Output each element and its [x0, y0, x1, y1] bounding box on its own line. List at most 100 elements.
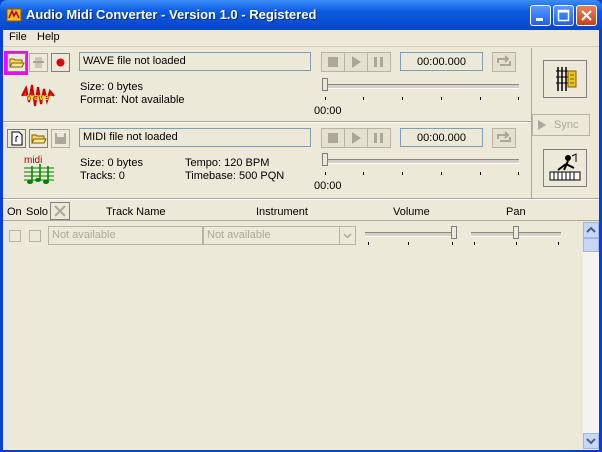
menu-bar: File Help [3, 30, 599, 47]
wave-play-button[interactable] [344, 52, 368, 72]
chevron-up-icon [586, 226, 596, 233]
pan-tick [558, 242, 559, 245]
chevron-down-icon [343, 233, 352, 239]
midi-tick [325, 172, 326, 175]
wave-seek-thumb[interactable] [322, 78, 328, 91]
midi-tick [480, 172, 481, 175]
folder-open-icon [9, 58, 25, 68]
dropdown-button[interactable] [339, 227, 355, 244]
maximize-icon [557, 9, 570, 22]
sync-button[interactable]: Sync [532, 114, 590, 136]
save-disk-icon [55, 133, 66, 144]
wave-status-field: WAVE file not loaded [79, 52, 311, 71]
clear-x-icon [54, 205, 66, 217]
wave-tick [518, 97, 519, 100]
new-midi-button[interactable] [7, 129, 26, 148]
wave-file-icon: wave [21, 84, 55, 107]
midi-pause-button[interactable] [367, 128, 391, 148]
play-icon [352, 132, 361, 144]
wave-tick [480, 97, 481, 100]
open-midi-button[interactable] [29, 129, 48, 148]
volume-tick [368, 242, 369, 245]
instrument-select[interactable]: Not available [203, 226, 356, 245]
track-on-checkbox[interactable] [9, 230, 21, 242]
midi-status-field: MIDI file not loaded [79, 128, 311, 147]
title-bar[interactable]: Audio Midi Converter - Version 1.0 - Reg… [0, 0, 602, 30]
midi-file-icon: midi [24, 155, 54, 184]
wave-save-button[interactable] [29, 53, 48, 72]
volume-slider-track[interactable] [365, 232, 457, 237]
track-solo-checkbox[interactable] [29, 230, 41, 242]
wave-icon-label: wave [26, 92, 49, 102]
wave-size-label: Size: 0 bytes [80, 81, 143, 93]
close-button[interactable] [576, 5, 597, 26]
window-title: Audio Midi Converter - Version 1.0 - Reg… [26, 7, 317, 22]
column-solo: Solo [26, 206, 49, 218]
midi-tracks-label: Tracks: 0 [80, 170, 125, 182]
midi-seek-track[interactable] [324, 159, 519, 164]
open-wave-button[interactable] [7, 53, 26, 72]
wave-edit-icon [33, 57, 44, 68]
vertical-scrollbar[interactable] [583, 222, 599, 449]
midi-tick [363, 172, 364, 175]
midi-tick [518, 172, 519, 175]
wave-tick [441, 97, 442, 100]
column-instrument: Instrument [256, 206, 308, 218]
midi-loop-button[interactable] [492, 128, 516, 148]
column-track-name: Track Name [106, 206, 166, 218]
wave-tick [363, 97, 364, 100]
midi-timebase-label: Timebase: 500 PQN [185, 170, 285, 182]
piano-player-icon [549, 153, 581, 181]
mixer-divider [3, 198, 599, 200]
pan-tick [474, 242, 475, 245]
pause-icon [374, 133, 383, 143]
convert-to-midi-button[interactable] [543, 60, 587, 98]
section-divider [3, 121, 531, 123]
track-list: Not available Not available [3, 220, 599, 450]
pan-slider-thumb[interactable] [513, 226, 519, 239]
instrument-select-value: Not available [207, 229, 271, 241]
midi-tempo-label: Tempo: 120 BPM [185, 157, 270, 169]
scroll-up-button[interactable] [583, 222, 599, 238]
midi-tick [402, 172, 403, 175]
wave-format-label: Format: Not available [80, 94, 185, 106]
clear-solo-button[interactable] [50, 202, 70, 220]
scroll-down-button[interactable] [583, 433, 599, 449]
record-button[interactable] [51, 53, 70, 72]
wave-tick [402, 97, 403, 100]
wave-pause-button[interactable] [367, 52, 391, 72]
save-midi-button[interactable] [51, 129, 70, 148]
midi-tick [441, 172, 442, 175]
minimize-button[interactable] [530, 5, 551, 26]
scroll-thumb[interactable] [583, 238, 599, 252]
chevron-down-icon [586, 438, 596, 445]
stop-icon [328, 57, 338, 67]
pause-icon [374, 57, 383, 67]
wave-loop-button[interactable] [492, 52, 516, 72]
menu-file[interactable]: File [9, 31, 27, 43]
track-name-field[interactable]: Not available [48, 226, 203, 245]
menu-help[interactable]: Help [37, 31, 60, 43]
wave-time-display: 00:00.000 [400, 52, 483, 71]
minimize-icon [536, 18, 543, 21]
sync-button-label: Sync [554, 119, 579, 131]
loop-icon [497, 55, 511, 66]
midi-play-button[interactable] [344, 128, 368, 148]
maximize-button[interactable] [553, 5, 574, 26]
midi-stop-button[interactable] [321, 128, 345, 148]
loop-icon [497, 131, 511, 142]
close-icon [581, 10, 592, 21]
app-window: Audio Midi Converter - Version 1.0 - Reg… [0, 0, 602, 452]
volume-slider-thumb[interactable] [451, 226, 457, 239]
wave-position-label: 00:00 [314, 105, 342, 117]
wave-stop-button[interactable] [321, 52, 345, 72]
midi-to-wave-button[interactable] [543, 149, 587, 187]
wave-seek-track[interactable] [324, 84, 519, 89]
column-volume: Volume [393, 206, 430, 218]
midi-time-display: 00:00.000 [400, 128, 483, 147]
midi-position-label: 00:00 [314, 180, 342, 192]
midi-seek-thumb[interactable] [322, 153, 328, 166]
client-area: File Help WAVE file not loaded wave Size… [3, 30, 599, 450]
play-icon [352, 56, 361, 68]
pan-tick [516, 242, 517, 245]
